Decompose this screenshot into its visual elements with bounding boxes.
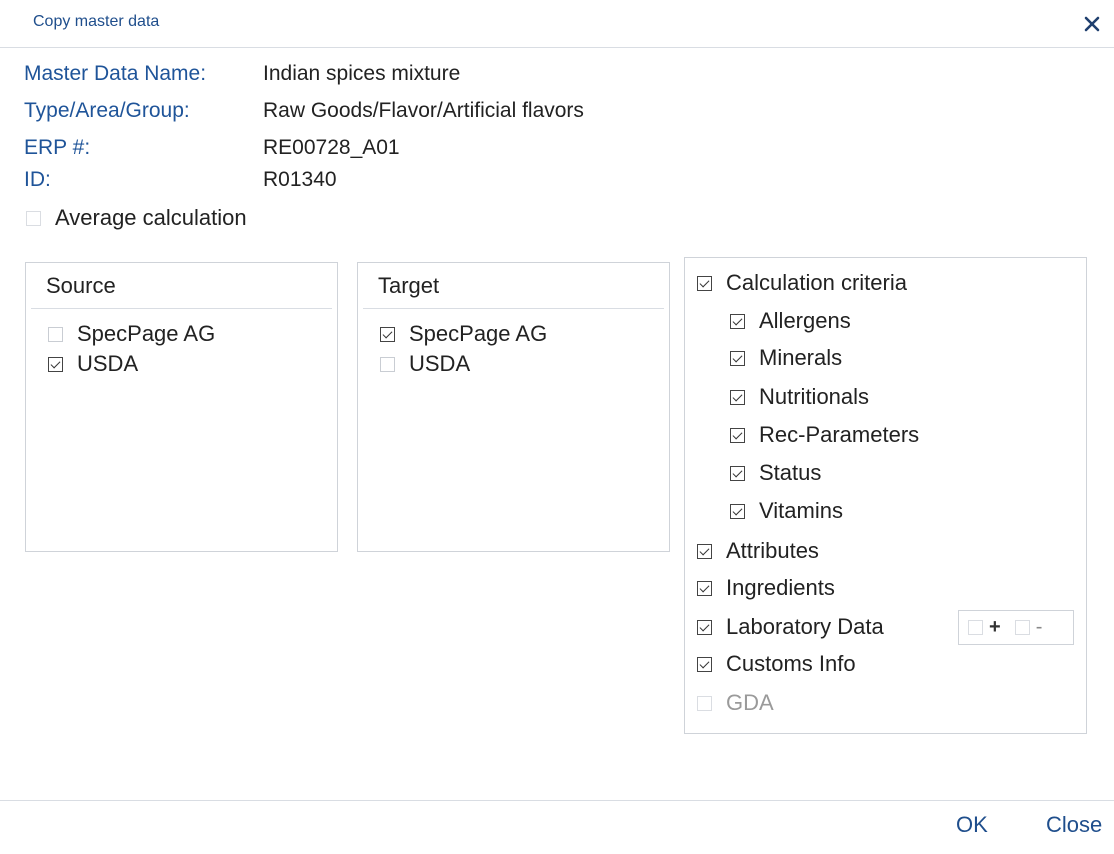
- type-area-group-value: Raw Goods/Flavor/Artificial flavors: [263, 99, 584, 122]
- allergens-checkbox[interactable]: [730, 313, 745, 329]
- target-usda-label: USDA: [409, 351, 471, 376]
- criteria-nutritionals-row[interactable]: Nutritionals: [730, 384, 869, 410]
- vitamins-label: Vitamins: [759, 498, 843, 523]
- target-usda-checkbox[interactable]: [380, 356, 395, 372]
- customs-info-row[interactable]: Customs Info: [697, 651, 856, 677]
- status-label: Status: [759, 460, 822, 485]
- attributes-checkbox[interactable]: [697, 543, 712, 559]
- gda-row: GDA: [697, 690, 774, 716]
- source-header: Source: [46, 273, 116, 298]
- attributes-row[interactable]: Attributes: [697, 538, 819, 564]
- customs-info-label: Customs Info: [726, 651, 856, 676]
- source-divider: [31, 308, 332, 309]
- target-specpage-checkbox[interactable]: [380, 326, 395, 342]
- target-panel: Target SpecPage AG USDA: [357, 262, 670, 552]
- master-data-name-value: Indian spices mixture: [263, 62, 461, 85]
- id-value: R01340: [263, 168, 337, 191]
- laboratory-minus-checkbox[interactable]: [1014, 620, 1030, 635]
- criteria-rec-parameters-row[interactable]: Rec-Parameters: [730, 422, 919, 448]
- dialog-titlebar: Copy master data: [0, 0, 1114, 48]
- ok-button[interactable]: OK: [956, 812, 988, 838]
- minerals-checkbox[interactable]: [730, 350, 745, 366]
- source-item-usda[interactable]: USDA: [48, 351, 138, 377]
- ingredients-checkbox[interactable]: [697, 580, 712, 596]
- attributes-label: Attributes: [726, 538, 819, 563]
- minerals-label: Minerals: [759, 345, 843, 370]
- source-panel: Source SpecPage AG USDA: [25, 262, 338, 552]
- laboratory-data-minus-option[interactable]: -: [1014, 616, 1043, 639]
- close-button[interactable]: Close: [1046, 812, 1102, 838]
- laboratory-data-plus-option[interactable]: +: [968, 616, 1001, 639]
- nutritionals-checkbox[interactable]: [730, 389, 745, 405]
- gda-checkbox: [697, 695, 712, 711]
- vitamins-checkbox[interactable]: [730, 503, 745, 519]
- status-checkbox[interactable]: [730, 465, 745, 481]
- source-usda-checkbox[interactable]: [48, 356, 63, 372]
- target-item-specpage[interactable]: SpecPage AG: [380, 321, 547, 347]
- ingredients-label: Ingredients: [726, 575, 835, 600]
- calculation-criteria-checkbox[interactable]: [697, 275, 712, 291]
- criteria-vitamins-row[interactable]: Vitamins: [730, 498, 843, 524]
- type-area-group-label: Type/Area/Group:: [24, 99, 190, 122]
- gda-label: GDA: [726, 690, 774, 715]
- source-specpage-checkbox[interactable]: [48, 326, 63, 342]
- laboratory-data-row[interactable]: Laboratory Data: [697, 614, 884, 640]
- criteria-minerals-row[interactable]: Minerals: [730, 345, 842, 371]
- plus-icon: +: [989, 616, 1001, 638]
- laboratory-data-checkbox[interactable]: [697, 619, 712, 635]
- allergens-label: Allergens: [759, 308, 851, 333]
- rec-parameters-label: Rec-Parameters: [759, 422, 920, 447]
- source-item-specpage[interactable]: SpecPage AG: [48, 321, 215, 347]
- source-specpage-label: SpecPage AG: [77, 321, 216, 346]
- minus-icon: -: [1035, 616, 1043, 638]
- nutritionals-label: Nutritionals: [759, 384, 870, 409]
- id-label: ID:: [24, 168, 51, 191]
- criteria-allergens-row[interactable]: Allergens: [730, 308, 851, 334]
- calculation-criteria-row[interactable]: Calculation criteria: [697, 270, 907, 296]
- target-header: Target: [378, 273, 440, 298]
- laboratory-plus-checkbox[interactable]: [968, 620, 983, 635]
- criteria-status-row[interactable]: Status: [730, 460, 821, 486]
- ingredients-row[interactable]: Ingredients: [697, 575, 835, 601]
- master-data-name-label: Master Data Name:: [24, 62, 207, 85]
- source-usda-label: USDA: [77, 351, 139, 376]
- target-divider: [363, 308, 664, 309]
- laboratory-data-options: + -: [958, 610, 1074, 645]
- average-calculation-checkbox[interactable]: [26, 210, 41, 226]
- close-x-icon[interactable]: [1078, 8, 1106, 38]
- laboratory-data-label: Laboratory Data: [726, 614, 884, 639]
- footer-divider: [0, 800, 1114, 801]
- erp-value: RE00728_A01: [263, 136, 400, 159]
- rec-parameters-checkbox[interactable]: [730, 427, 745, 443]
- calculation-criteria-label: Calculation criteria: [726, 270, 907, 295]
- target-specpage-label: SpecPage AG: [409, 321, 548, 346]
- target-item-usda[interactable]: USDA: [380, 351, 470, 377]
- average-calculation-checkbox-row[interactable]: Average calculation: [26, 205, 247, 231]
- customs-info-checkbox[interactable]: [697, 656, 712, 672]
- average-calculation-label: Average calculation: [55, 205, 247, 230]
- dialog-title: Copy master data: [33, 13, 160, 30]
- erp-label: ERP #:: [24, 136, 91, 159]
